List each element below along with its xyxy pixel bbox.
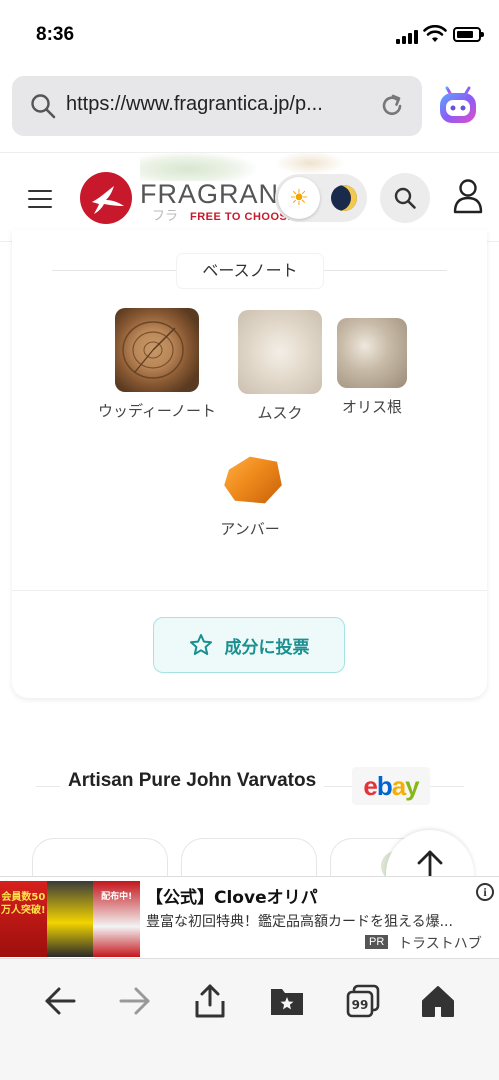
header-decoration	[275, 151, 345, 175]
ad-description: 豊富な初回特典！鑑定品高額カードを狙える爆...	[146, 914, 453, 930]
note-label: ムスク	[257, 404, 303, 422]
url-text[interactable]: https://www.fragrantica.jp/p...	[66, 93, 374, 116]
header-decoration	[140, 151, 260, 181]
back-icon	[45, 987, 76, 1015]
ebay-letter: y	[405, 770, 420, 801]
site-search-button[interactable]	[380, 173, 430, 223]
ad-title[interactable]: 【公式】Cloveオリパ	[146, 883, 318, 908]
vote-ingredients-button[interactable]: 成分に投票	[153, 617, 345, 673]
note-label: ウッディーノート	[97, 402, 217, 420]
forward-button[interactable]	[115, 981, 155, 1021]
ebay-letter: b	[376, 770, 393, 801]
search-icon	[394, 187, 416, 209]
site-header: FRAGRANTICA フラ FREE TO CHOOSE ☀	[0, 151, 499, 242]
logo-subtext: フラ	[152, 209, 179, 224]
hamburger-icon[interactable]	[28, 190, 52, 214]
base-notes-title: ベースノート	[177, 254, 323, 288]
user-icon[interactable]	[452, 178, 484, 214]
back-button[interactable]	[40, 981, 80, 1021]
battery-icon	[453, 27, 484, 42]
status-bar: 8:36	[0, 0, 499, 70]
extension-icon[interactable]	[436, 85, 480, 129]
note-image	[238, 310, 322, 394]
vote-button-label: 成分に投票	[224, 637, 310, 658]
ad-thumb-text: 会員数50万人突破!	[0, 881, 47, 957]
note-woody[interactable]: ウッディーノート	[92, 308, 222, 421]
note-orris[interactable]: オリス根	[330, 318, 414, 417]
ebay-logo[interactable]: ebay	[352, 767, 430, 805]
browser-toolbar: 99	[0, 958, 499, 1080]
ad-thumb-text: 配布中!	[93, 881, 141, 957]
note-label: アンバー	[220, 520, 280, 538]
note-musk[interactable]: ムスク	[238, 310, 322, 423]
wifi-icon	[423, 25, 447, 42]
home-icon	[422, 986, 454, 1017]
card-divider	[12, 590, 487, 591]
search-icon	[31, 94, 56, 119]
share-button[interactable]	[190, 981, 230, 1021]
reload-icon[interactable]	[378, 92, 406, 120]
bookmarks-icon	[271, 989, 303, 1015]
arrow-up-icon	[417, 850, 443, 878]
note-image	[337, 318, 407, 388]
cellular-signal-icon	[396, 28, 418, 44]
sun-icon: ☀	[278, 177, 320, 219]
moon-icon	[331, 185, 357, 211]
note-image	[217, 444, 283, 510]
ad-sponsor: トラストハブ	[398, 936, 482, 952]
tabs-count: 99	[352, 998, 369, 1012]
bookmarks-button[interactable]	[267, 981, 307, 1021]
related-title: Artisan Pure John Varvatos	[60, 770, 325, 792]
forward-icon	[119, 987, 150, 1015]
pr-badge: PR	[365, 935, 389, 949]
ebay-letter: e	[363, 770, 378, 801]
address-bar[interactable]: https://www.fragrantica.jp/p...	[12, 76, 422, 136]
logo-mark[interactable]	[80, 172, 132, 224]
share-icon	[195, 984, 225, 1018]
ebay-letter: a	[391, 770, 407, 801]
info-icon[interactable]: i	[476, 883, 494, 901]
note-label: オリス根	[341, 398, 402, 416]
ad-image[interactable]: 会員数50万人突破! 配布中!	[0, 881, 141, 957]
theme-toggle[interactable]: ☀	[275, 174, 367, 222]
status-time: 8:36	[36, 24, 75, 45]
tabs-button[interactable]: 99	[343, 981, 383, 1021]
note-image	[115, 308, 199, 392]
ad-banner[interactable]: 会員数50万人突破! 配布中! 【公式】Cloveオリパ i 豊富な初回特典！鑑…	[0, 876, 499, 958]
hummingbird-icon	[92, 186, 124, 214]
tabs-icon: 99	[346, 984, 380, 1018]
note-amber[interactable]: アンバー	[208, 444, 292, 539]
star-icon	[189, 634, 212, 655]
home-button[interactable]	[418, 981, 458, 1021]
